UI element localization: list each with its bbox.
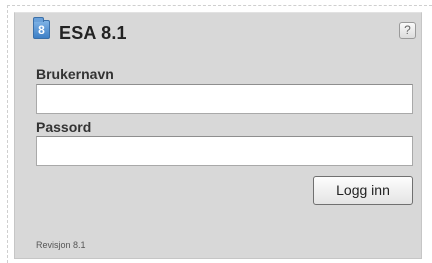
folder-icon: 8 [33, 17, 50, 39]
username-label: Brukernavn [36, 66, 114, 82]
help-icon[interactable]: ? [399, 22, 416, 39]
panel-header: 8 ESA 8.1 ? [15, 13, 421, 57]
password-input[interactable] [36, 136, 413, 166]
username-input[interactable] [36, 84, 413, 114]
login-panel: 8 ESA 8.1 ? Brukernavn Passord Logg inn … [14, 12, 422, 259]
login-button[interactable]: Logg inn [313, 176, 413, 205]
password-label: Passord [36, 119, 92, 135]
revision-text: Revisjon 8.1 [36, 240, 86, 250]
app-title: ESA 8.1 [59, 23, 127, 43]
